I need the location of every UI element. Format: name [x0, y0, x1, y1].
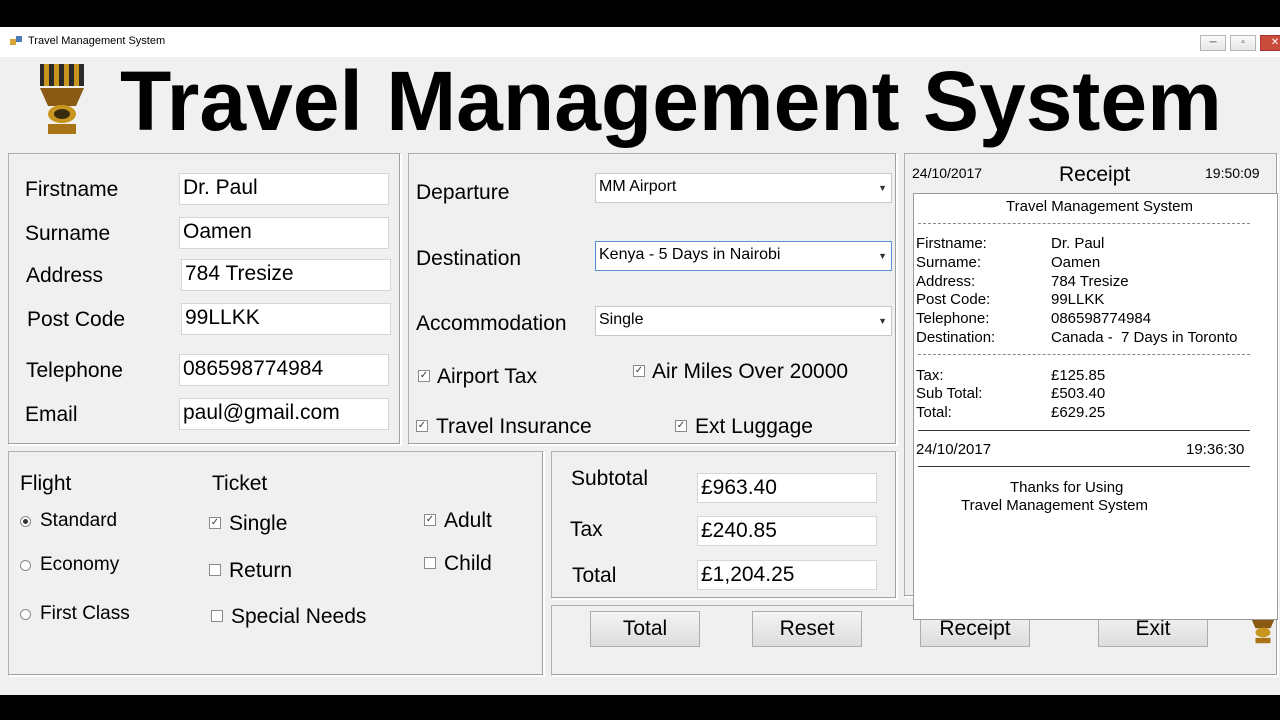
air-miles-checkbox[interactable]: ✓ [633, 365, 645, 377]
address-field[interactable]: 784 Tresize [181, 259, 391, 291]
adult-checkbox[interactable]: ✓ [424, 514, 436, 526]
subtotal-field[interactable]: £963.40 [697, 473, 877, 503]
destination-value: Kenya - 5 Days in Nairobi [599, 246, 781, 263]
return-checkbox[interactable] [209, 564, 221, 576]
receipt-thanks-line1: Thanks for Using [1010, 479, 1124, 496]
receipt-telephone: 086598774984 [1051, 310, 1152, 327]
chevron-down-icon: ▼ [878, 316, 887, 326]
maximize-icon[interactable]: ▫ [1230, 35, 1256, 51]
receipt-surname: Oamen [1051, 254, 1101, 271]
receipt-subtotal-label: Sub Total: [916, 385, 983, 402]
total-button[interactable]: Total [590, 611, 700, 647]
departure-label: Departure [416, 181, 510, 204]
trophy-logo-icon [40, 64, 84, 134]
receipt-destination-label: Destination: [916, 329, 996, 346]
app-icon [10, 36, 22, 45]
surname-label: Surname [25, 222, 111, 245]
ticket-heading: Ticket [212, 472, 268, 495]
child-checkbox[interactable] [424, 557, 436, 569]
divider [918, 430, 1250, 431]
accommodation-label: Accommodation [416, 312, 567, 335]
standard-label: Standard [40, 510, 118, 531]
firstname-field[interactable]: Dr. Paul [179, 173, 389, 205]
email-label: Email [25, 403, 78, 426]
postcode-field[interactable]: 99LLKK [181, 303, 391, 335]
first-class-radio[interactable] [20, 609, 31, 620]
ext-luggage-checkbox[interactable]: ✓ [675, 420, 687, 432]
single-checkbox[interactable]: ✓ [209, 517, 221, 529]
economy-label: Economy [40, 554, 120, 575]
travel-insurance-checkbox[interactable]: ✓ [416, 420, 428, 432]
reset-button[interactable]: Reset [752, 611, 862, 647]
departure-value: MM Airport [599, 178, 677, 195]
tax-label: Tax [570, 518, 603, 541]
return-label: Return [229, 559, 293, 582]
banner-title: Travel Management System [120, 54, 1222, 148]
firstname-label: Firstname [25, 178, 119, 201]
receipt-postcode-label: Post Code: [916, 291, 991, 308]
total-label: Total [572, 564, 617, 587]
receipt-thanks-line2: Travel Management System [961, 497, 1149, 514]
economy-radio[interactable] [20, 560, 31, 571]
accommodation-value: Single [599, 311, 644, 328]
airport-tax-label: Airport Tax [437, 365, 537, 388]
surname-field[interactable]: Oamen [179, 217, 389, 249]
tax-field[interactable]: £240.85 [697, 516, 877, 546]
special-needs-label: Special Needs [231, 605, 367, 628]
telephone-field[interactable]: 086598774984 [179, 354, 389, 386]
subtotal-label: Subtotal [571, 467, 649, 490]
chevron-down-icon: ▼ [878, 183, 887, 193]
receipt-firstname: Dr. Paul [1051, 235, 1105, 252]
receipt-tax: £125.85 [1051, 367, 1106, 384]
address-label: Address [26, 264, 104, 287]
divider [918, 223, 1250, 224]
chevron-down-icon: ▼ [878, 251, 887, 261]
destination-select[interactable]: Kenya - 5 Days in Nairobi ▼ [595, 241, 892, 271]
receipt-date: 24/10/2017 [912, 165, 983, 181]
receipt-textbox[interactable]: Travel Management System Firstname: Dr. … [913, 193, 1278, 620]
receipt-total: £629.25 [1051, 404, 1106, 421]
departure-select[interactable]: MM Airport ▼ [595, 173, 892, 203]
receipt-subtotal: £503.40 [1051, 385, 1106, 402]
accommodation-select[interactable]: Single ▼ [595, 306, 892, 336]
receipt-address: 784 Tresize [1051, 273, 1129, 290]
air-miles-label: Air Miles Over 20000 [652, 360, 849, 383]
email-field[interactable]: paul@gmail.com [179, 398, 389, 430]
travel-insurance-label: Travel Insurance [436, 415, 592, 438]
receipt-heading: Receipt [1059, 163, 1131, 186]
receipt-footer-time: 19:36:30 [1186, 441, 1245, 458]
window-title: Travel Management System [28, 35, 166, 47]
close-icon[interactable]: ✕ [1260, 35, 1280, 51]
app-window: Travel Management System ─ ▫ ✕ Travel Ma… [0, 27, 1280, 695]
minimize-icon[interactable]: ─ [1200, 35, 1226, 51]
receipt-total-label: Total: [916, 404, 952, 421]
special-needs-checkbox[interactable] [211, 610, 223, 622]
receipt-telephone-label: Telephone: [916, 310, 990, 327]
receipt-surname-label: Surname: [916, 254, 982, 271]
divider [918, 354, 1250, 355]
receipt-footer-date: 24/10/2017 [916, 441, 992, 458]
ext-luggage-label: Ext Luggage [695, 415, 813, 438]
receipt-address-label: Address: [916, 273, 976, 290]
airport-tax-checkbox[interactable]: ✓ [418, 370, 430, 382]
standard-radio[interactable] [20, 516, 31, 527]
single-label: Single [229, 512, 288, 535]
receipt-firstname-label: Firstname: [916, 235, 987, 252]
receipt-tax-label: Tax: [916, 367, 944, 384]
divider [918, 466, 1250, 467]
destination-label: Destination [416, 247, 522, 270]
adult-label: Adult [444, 509, 492, 532]
receipt-time: 19:50:09 [1205, 165, 1260, 181]
flight-heading: Flight [20, 472, 72, 495]
receipt-postcode: 99LLKK [1051, 291, 1105, 308]
total-field[interactable]: £1,204.25 [697, 560, 877, 590]
receipt-title: Travel Management System [1006, 198, 1194, 215]
telephone-label: Telephone [26, 359, 123, 382]
postcode-label: Post Code [27, 308, 126, 331]
receipt-destination: Canada - 7 Days in Toronto [1051, 329, 1238, 346]
first-class-label: First Class [40, 603, 130, 624]
child-label: Child [444, 552, 492, 575]
